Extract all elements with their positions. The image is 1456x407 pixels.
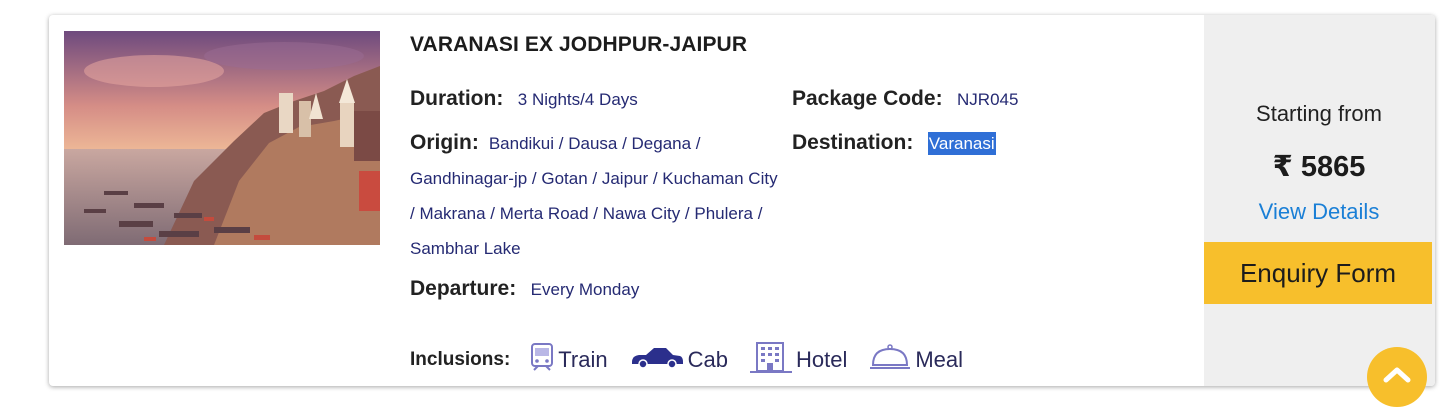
package-code-label: Package Code: — [792, 87, 943, 110]
package-card: VARANASI EX JODHPUR-JAIPUR Duration: 3 N… — [49, 15, 1435, 386]
inclusion-hotel: Hotel — [749, 341, 848, 378]
chevron-up-icon — [1383, 367, 1411, 383]
train-icon — [530, 342, 554, 377]
scroll-to-top-button[interactable] — [1367, 347, 1427, 407]
meal-icon — [869, 343, 911, 376]
inclusion-cab: Cab — [630, 345, 728, 374]
inclusion-train: Train — [530, 342, 608, 377]
package-code-value: NJR045 — [957, 90, 1019, 109]
hotel-icon — [749, 341, 792, 378]
view-details-link[interactable]: View Details — [1204, 199, 1434, 225]
inclusion-cab-label: Cab — [687, 346, 728, 372]
destination-label: Destination: — [792, 131, 914, 154]
departure-value: Every Monday — [530, 280, 640, 299]
pricing-panel: Starting from ₹ 5865 View Details Enquir… — [1204, 15, 1435, 386]
duration-value: 3 Nights/4 Days — [517, 90, 638, 109]
inclusion-meal-label: Meal — [915, 346, 964, 372]
duration-label: Duration: — [410, 87, 504, 110]
destination-value: Varanasi — [927, 132, 996, 155]
inclusion-train-label: Train — [558, 346, 608, 372]
package-title[interactable]: VARANASI EX JODHPUR-JAIPUR — [410, 33, 747, 57]
departure-label: Departure: — [410, 277, 517, 300]
origin-row: Origin: Bandikui / Dausa / Degana / Gandh… — [410, 126, 782, 267]
duration-row: Duration: 3 Nights/4 Days — [410, 87, 638, 111]
inclusion-meal: Meal — [869, 343, 963, 376]
enquiry-form-button[interactable]: Enquiry Form — [1204, 242, 1432, 304]
inclusions-label: Inclusions: — [410, 348, 511, 370]
inclusion-hotel-label: Hotel — [795, 346, 848, 372]
departure-row: Departure: Every Monday — [410, 277, 639, 301]
starting-from-label: Starting from — [1256, 101, 1382, 126]
inclusions-row: Inclusions: Train Cab Hotel Meal — [410, 341, 985, 378]
origin-label: Origin: — [410, 131, 479, 154]
price-value: ₹ 5865 — [1272, 151, 1366, 183]
package-thumbnail[interactable] — [64, 31, 380, 245]
destination-row: Destination: Varanasi — [792, 131, 996, 155]
cab-icon — [630, 345, 684, 374]
package-code-row: Package Code: NJR045 — [792, 87, 1018, 111]
